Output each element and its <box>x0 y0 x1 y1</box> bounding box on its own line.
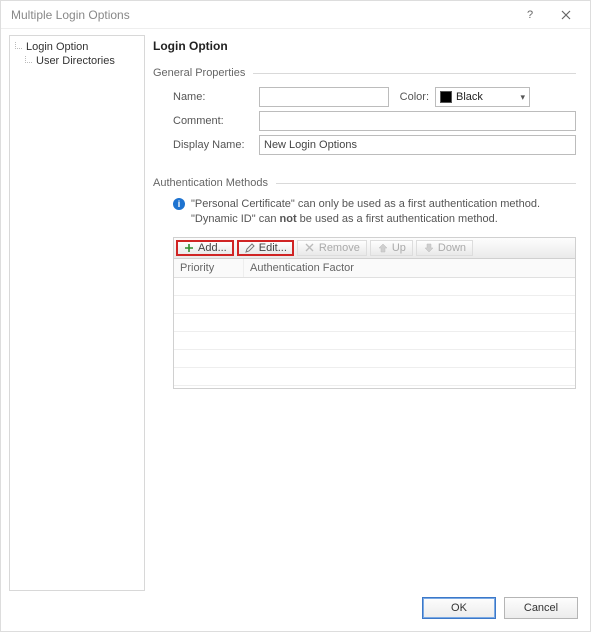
name-label: Name: <box>173 91 253 103</box>
info-icon: i <box>173 198 185 210</box>
chevron-down-icon: ▾ <box>520 92 525 103</box>
auth-info-text: i "Personal Certificate" can only be use… <box>153 195 576 231</box>
edit-button[interactable]: Edit... <box>237 240 294 256</box>
cancel-button[interactable]: Cancel <box>504 597 578 619</box>
name-input[interactable] <box>259 87 389 107</box>
display-name-input[interactable] <box>259 135 576 155</box>
col-header-factor[interactable]: Authentication Factor <box>244 259 575 277</box>
page-title: Login Option <box>153 39 576 53</box>
table-row <box>174 368 575 386</box>
color-value: Black <box>456 91 483 103</box>
auth-grid: Priority Authentication Factor <box>173 259 576 389</box>
down-button[interactable]: Down <box>416 240 473 256</box>
window-title: Multiple Login Options <box>11 8 512 22</box>
table-row <box>174 350 575 368</box>
plus-icon <box>183 242 195 254</box>
table-row <box>174 296 575 314</box>
color-label: Color: <box>395 91 429 103</box>
nav-tree: Login Option User Directories <box>9 35 145 591</box>
close-button[interactable] <box>548 1 584 28</box>
tree-item-login-option[interactable]: Login Option <box>12 40 142 54</box>
table-row <box>174 332 575 350</box>
pencil-icon <box>244 242 256 254</box>
color-select[interactable]: Black ▾ <box>435 87 530 107</box>
comment-label: Comment: <box>173 115 253 127</box>
tree-item-label: Login Option <box>26 41 88 53</box>
up-button[interactable]: Up <box>370 240 413 256</box>
section-header-auth: Authentication Methods <box>153 177 576 189</box>
table-row <box>174 314 575 332</box>
auth-toolbar: Add... Edit... Remove Up <box>173 237 576 259</box>
add-button[interactable]: Add... <box>176 240 234 256</box>
help-icon: ? <box>527 9 533 21</box>
arrow-up-icon <box>377 242 389 254</box>
tree-item-label: User Directories <box>36 55 115 67</box>
close-icon <box>561 10 571 20</box>
remove-button[interactable]: Remove <box>297 240 367 256</box>
ok-button[interactable]: OK <box>422 597 496 619</box>
comment-input[interactable] <box>259 111 576 131</box>
section-header-general: General Properties <box>153 67 576 79</box>
display-name-label: Display Name: <box>173 139 253 151</box>
table-row <box>174 278 575 296</box>
help-button[interactable]: ? <box>512 1 548 28</box>
col-header-priority[interactable]: Priority <box>174 259 244 277</box>
tree-item-user-directories[interactable]: User Directories <box>12 54 142 68</box>
x-icon <box>304 242 316 254</box>
arrow-down-icon <box>423 242 435 254</box>
color-swatch-icon <box>440 91 452 103</box>
grid-body[interactable] <box>174 278 575 388</box>
